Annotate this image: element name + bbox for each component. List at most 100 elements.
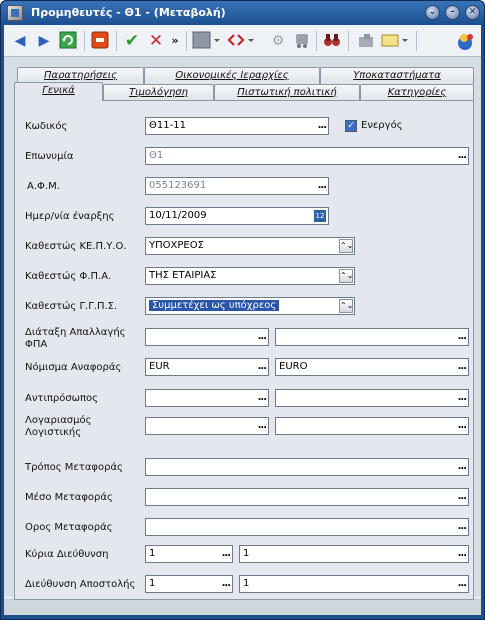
currency-name-value: EURO [279,361,308,372]
back-icon[interactable]: ◀ [10,31,30,51]
tab-categories[interactable]: Κατηγορίες [360,84,474,101]
main-address-desc-lookup[interactable]: ... [458,546,467,562]
main-address-label: Κύρια Διεύθυνση [25,549,109,560]
representative-name-lookup[interactable]: ... [458,390,467,406]
tab-invoicing[interactable]: Τιμολόγηση [103,84,214,101]
ggps-select[interactable]: Συμμετέχει ως υπόχρεος ⌃⌄ [145,297,355,315]
currency-code-lookup[interactable]: ... [258,359,267,375]
transport-means-label: Μέσο Μεταφοράς [25,492,113,503]
document-dropdown-icon[interactable] [192,31,222,51]
currency-name-lookup[interactable]: ... [458,359,467,375]
toolbar-separator [116,31,117,51]
calendar-icon[interactable]: 12 [314,210,326,222]
accounting-label: Λογαριασμός Λογιστικής [25,415,92,438]
tab-branches[interactable]: Υποκαταστήματα [320,67,474,84]
shipping-address-desc-lookup[interactable]: ... [458,576,467,592]
currency-label: Νόμισμα Αναφοράς [25,362,122,373]
transport-method-label: Τρόπος Μεταφοράς [25,462,123,473]
accounting-code-field[interactable]: ... [145,417,269,435]
main-address-desc-value: 1 [243,548,250,559]
vat-exempt-desc-lookup[interactable]: ... [458,329,467,345]
start-date-value: 10/11/2009 [149,210,207,221]
name-label: Επωνυμία [25,151,74,162]
afm-value: 055123691 [149,180,207,191]
refresh-icon[interactable] [58,31,78,51]
currency-code-field[interactable]: EUR... [145,358,269,376]
accounting-name-lookup[interactable]: ... [458,418,467,434]
kepyo-dropdown-icon[interactable]: ⌃⌄ [339,239,353,253]
fpa-label: Καθεστώς Φ.Π.Α. [25,271,112,282]
minimize-button[interactable]: – [445,5,460,20]
main-address-desc-field[interactable]: 1... [239,545,469,563]
code-field[interactable]: Θ11-11... [145,117,329,135]
general-panel: Κωδικός Θ11-11... ✓ Ενεργός Επωνυμία Θ1.… [14,100,474,600]
shipping-address-desc-value: 1 [243,578,250,589]
transport-method-field[interactable]: ... [145,458,469,476]
shipping-address-code-value: 1 [149,578,156,589]
tab-financial-hierarchies[interactable]: Οικονομικές Ιεραρχίες [144,67,320,84]
code-dropdown-icon[interactable] [226,31,256,51]
representative-code-lookup[interactable]: ... [258,390,267,406]
vat-exempt-code-lookup[interactable]: ... [258,329,267,345]
menu-button[interactable]: ⌄ [425,5,440,20]
users-icon[interactable] [456,31,476,51]
toolbar-separator [416,31,417,51]
binoculars-icon[interactable] [322,31,342,51]
title-bar[interactable]: Προμηθευτές - Θ1 - (Μεταβολή) ⌄ – ✕ [1,1,484,25]
active-checkbox[interactable]: ✓ [345,120,357,132]
kepyo-label: Καθεστώς ΚΕ.Π.Υ.Ο. [25,241,127,252]
settings-icon[interactable]: ⚙ [268,31,288,51]
toolbar-overflow-icon[interactable]: » [170,31,180,51]
fpa-select[interactable]: ΤΗΣ ΕΤΑΙΡΙΑΣ ⌃⌄ [145,267,355,285]
currency-name-field[interactable]: EURO... [275,358,469,376]
accounting-code-lookup[interactable]: ... [258,418,267,434]
tab-credit-policy[interactable]: Πιστωτική πολιτική [214,84,360,101]
forward-icon[interactable]: ▶ [34,31,54,51]
code-label: Κωδικός [25,121,68,132]
transport-means-lookup[interactable]: ... [458,489,467,505]
afm-label: Α.Φ.Μ. [27,181,60,192]
shipping-address-code-field[interactable]: 1... [145,575,233,593]
transport-term-field[interactable]: ... [145,518,469,536]
main-address-code-lookup[interactable]: ... [222,546,231,562]
vat-exempt-label: Διάταξη Απαλλαγής ΦΠΑ [25,327,126,350]
app-icon [7,5,23,21]
client-area: ◀ ▶ ✔ ✕ » ⚙ Παρατηρήσεις Οικονομικές Ιερ… [4,25,481,615]
shipping-address-desc-field[interactable]: 1... [239,575,469,593]
toolbar-separator [186,31,187,51]
ggps-dropdown-icon[interactable]: ⌃⌄ [339,299,353,313]
representative-name-field[interactable]: ... [275,389,469,407]
cancel-x-icon[interactable]: ✕ [146,31,166,51]
transport-means-field[interactable]: ... [145,488,469,506]
start-date-field[interactable]: 10/11/2009 12 [145,207,329,225]
stop-icon[interactable] [90,31,110,51]
transport-term-label: Ορος Μεταφοράς [25,522,113,533]
afm-lookup-button[interactable]: ... [318,178,327,194]
note-dropdown-icon[interactable] [380,31,410,51]
tab-general[interactable]: Γενικά [14,82,103,101]
accounting-name-field[interactable]: ... [275,417,469,435]
vat-exempt-code-field[interactable]: ... [145,328,269,346]
name-field[interactable]: Θ1... [145,147,469,165]
name-lookup-button[interactable]: ... [458,148,467,164]
afm-field[interactable]: 055123691... [145,177,329,195]
folder-icon[interactable] [356,31,376,51]
fpa-value: ΤΗΣ ΕΤΑΙΡΙΑΣ [149,270,217,281]
fpa-dropdown-icon[interactable]: ⌃⌄ [339,269,353,283]
code-lookup-button[interactable]: ... [318,118,327,134]
vat-exempt-desc-field[interactable]: ... [275,328,469,346]
ok-check-icon[interactable]: ✔ [122,31,142,51]
start-date-label: Ημερ/νία έναρξης [25,211,115,222]
representative-code-field[interactable]: ... [145,389,269,407]
close-button[interactable]: ✕ [465,5,480,20]
train-icon[interactable] [292,31,312,51]
toolbar: ◀ ▶ ✔ ✕ » ⚙ [4,25,481,57]
shipping-address-label: Διεύθυνση Αποστολής [25,579,136,590]
representative-label: Αντιπρόσωπος [25,393,99,404]
transport-term-lookup[interactable]: ... [458,519,467,535]
main-address-code-field[interactable]: 1... [145,545,233,563]
kepyo-select[interactable]: ΥΠΟΧΡΕΟΣ ⌃⌄ [145,237,355,255]
shipping-address-code-lookup[interactable]: ... [222,576,231,592]
name-value: Θ1 [149,150,164,161]
transport-method-lookup[interactable]: ... [458,459,467,475]
